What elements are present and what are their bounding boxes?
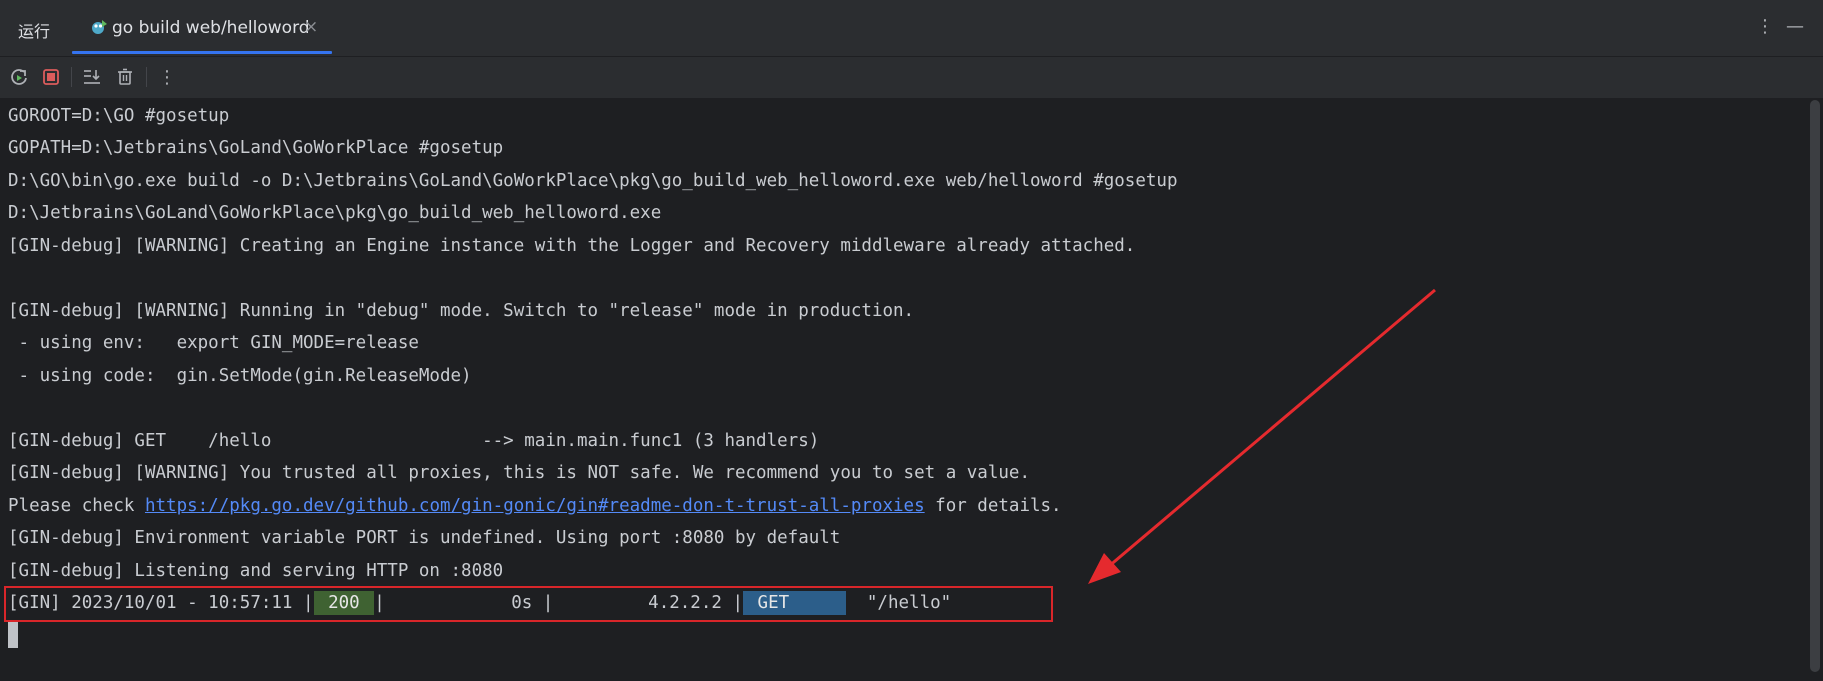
- annotation-arrow: [1088, 288, 1436, 584]
